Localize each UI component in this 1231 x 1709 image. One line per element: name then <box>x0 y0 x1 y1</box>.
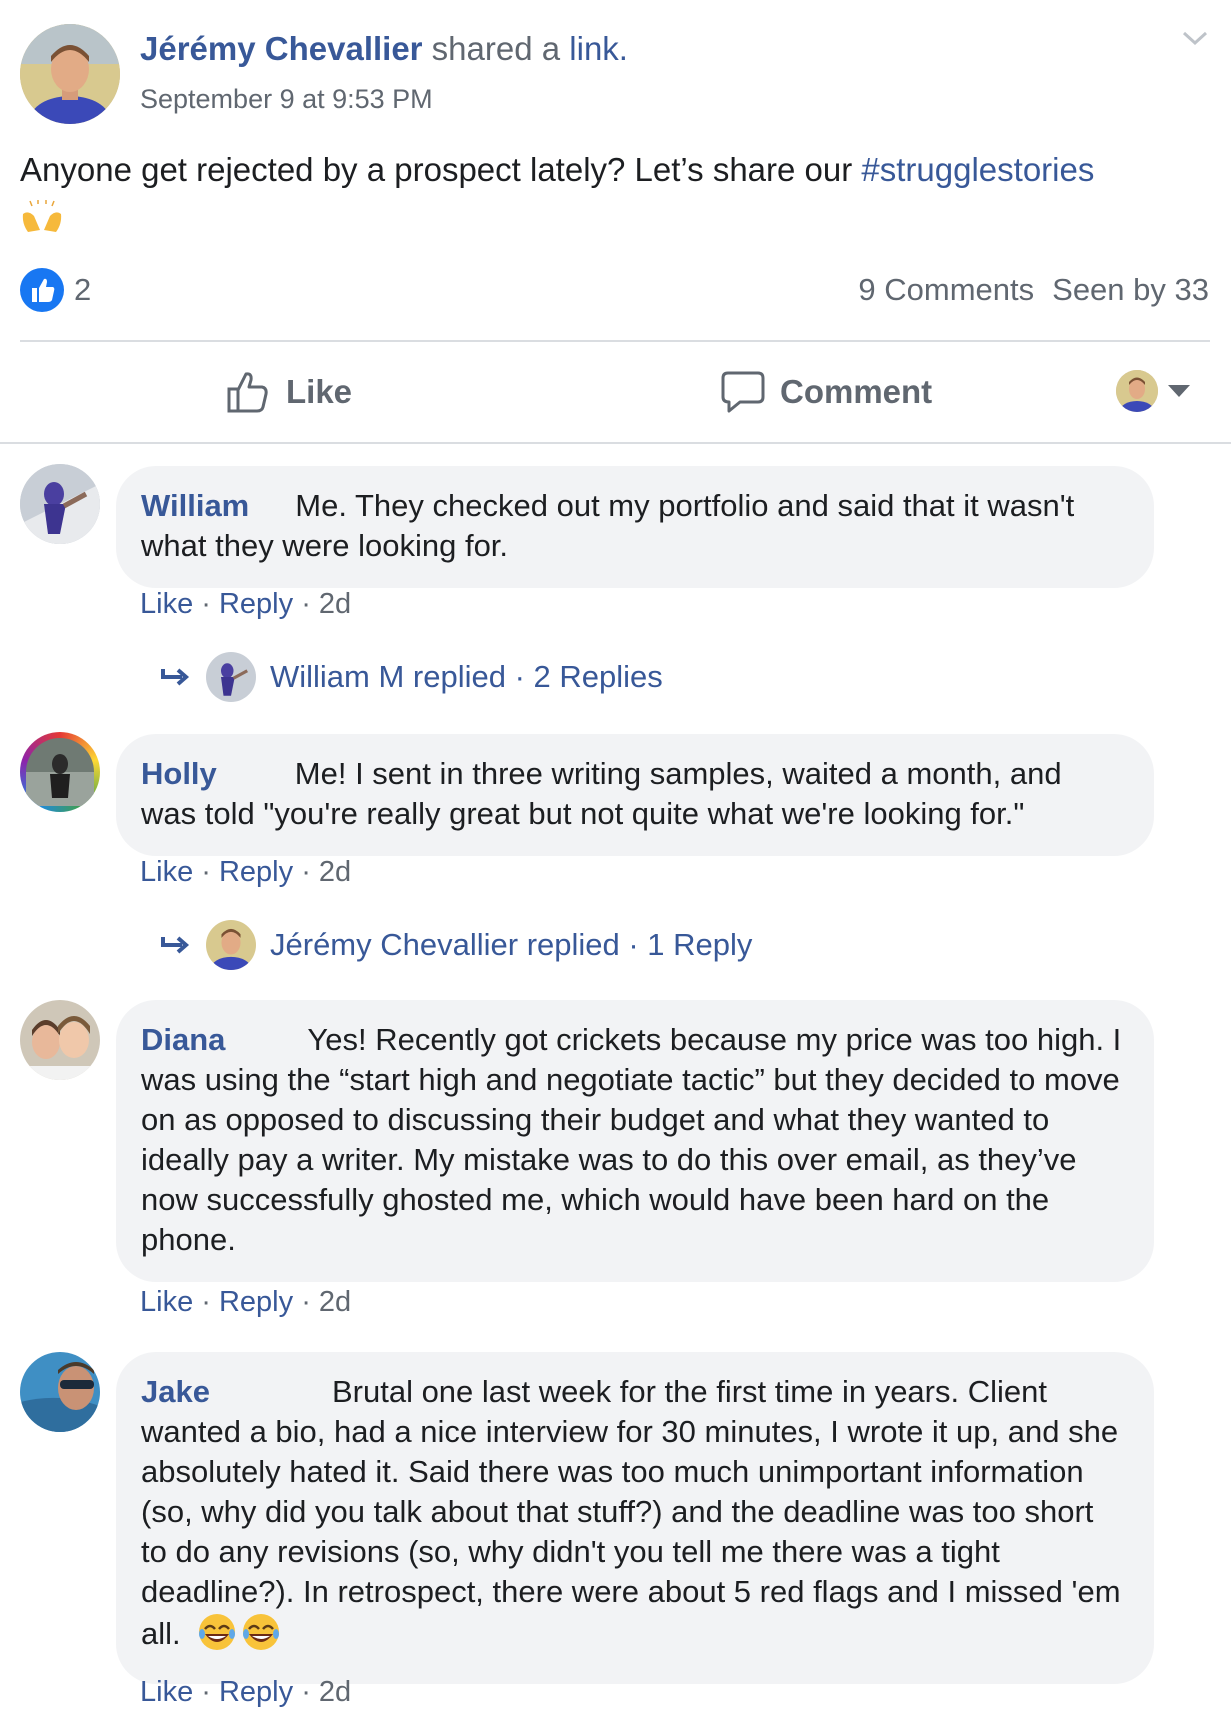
comment-actions: Like · Reply · 2d <box>140 1676 352 1708</box>
commenter-name[interactable]: Holly <box>141 756 217 791</box>
comment-bubble: Jake Brutal one last week for the first t… <box>116 1352 1154 1684</box>
comment-reply-link[interactable]: Reply <box>219 1286 293 1318</box>
commenter-avatar[interactable] <box>20 464 100 544</box>
comment-text: Me! I sent in three writing samples, wai… <box>141 756 1062 831</box>
comment-like-link[interactable]: Like <box>140 856 193 888</box>
replies-summary: William M replied · 2 Replies <box>270 659 663 694</box>
comment-like-link[interactable]: Like <box>140 1286 193 1318</box>
commenter-avatar[interactable] <box>20 732 100 812</box>
comments-count[interactable]: 9 Comments <box>858 272 1034 307</box>
author-avatar[interactable] <box>20 24 120 124</box>
thumbs-up-icon <box>227 372 268 413</box>
shared-text: shared a <box>422 30 570 67</box>
comment-bubble: Holly Me! I sent in three writing samples… <box>116 734 1154 856</box>
dropdown-caret-icon <box>1168 385 1190 397</box>
shared-link[interactable]: link. <box>569 30 628 67</box>
reply-arrow-icon <box>161 936 190 954</box>
actor-avatar <box>1116 370 1158 412</box>
commenter-name[interactable]: William <box>141 488 249 523</box>
comment-reply-link[interactable]: Reply <box>219 856 293 888</box>
view-replies-link[interactable]: William M replied · 2 Replies <box>160 652 663 702</box>
comment-age[interactable]: 2d <box>319 856 351 888</box>
like-label: Like <box>286 373 353 410</box>
post-timestamp[interactable]: September 9 at 9:53 PM <box>140 84 433 115</box>
comment-actions: Like · Reply · 2d <box>140 856 352 888</box>
comment-age[interactable]: 2d <box>319 588 351 620</box>
comment-actions: Like · Reply · 2d <box>140 1286 352 1318</box>
replies-summary: Jérémy Chevallier replied · 1 Reply <box>270 927 753 962</box>
comment-text: Me. They checked out my portfolio and sa… <box>141 488 1075 563</box>
commenter-avatar[interactable] <box>20 1352 100 1432</box>
post-author-line: Jérémy Chevallier shared a link. <box>140 30 628 68</box>
post-options-chevron-icon[interactable] <box>1180 26 1210 50</box>
post-body: Anyone get rejected by a prospect lately… <box>20 146 1210 194</box>
replier-avatar <box>206 652 256 702</box>
commenter-avatar[interactable] <box>20 1000 100 1080</box>
reaction-count[interactable]: 2 <box>74 272 91 308</box>
comment-like-link[interactable]: Like <box>140 1676 193 1708</box>
comment-label: Comment <box>780 373 933 410</box>
laughing-emoji-icon <box>197 1612 283 1662</box>
view-replies-link[interactable]: Jérémy Chevallier replied · 1 Reply <box>160 920 752 970</box>
commenter-name[interactable]: Diana <box>141 1022 225 1057</box>
comment-like-link[interactable]: Like <box>140 588 193 620</box>
comment-reply-link[interactable]: Reply <box>219 1676 293 1708</box>
commenter-name[interactable]: Jake <box>141 1374 210 1409</box>
comment-bubble: Diana Yes! Recently got crickets because … <box>116 1000 1154 1282</box>
divider <box>20 340 1210 342</box>
comment-age[interactable]: 2d <box>319 1676 351 1708</box>
post-text: Anyone get rejected by a prospect lately… <box>20 151 862 188</box>
reply-arrow-icon <box>161 668 190 686</box>
like-button[interactable]: Like <box>224 364 352 420</box>
comment-button[interactable]: Comment <box>720 364 932 420</box>
post-stats: 9 Comments Seen by 33 <box>858 272 1209 308</box>
raising-hands-emoji-icon <box>20 200 64 234</box>
comment-text: Brutal one last week for the first time … <box>141 1374 1121 1651</box>
comment-age[interactable]: 2d <box>319 1286 351 1318</box>
divider <box>0 442 1231 444</box>
comment-text: Yes! Recently got crickets because my pr… <box>141 1022 1122 1257</box>
comment-reply-link[interactable]: Reply <box>219 588 293 620</box>
seen-by[interactable]: Seen by 33 <box>1052 272 1209 307</box>
comment-bubble-icon <box>721 371 765 413</box>
like-reaction-icon[interactable] <box>20 268 64 312</box>
hashtag-link[interactable]: #strugglestories <box>861 151 1094 188</box>
replier-avatar <box>206 920 256 970</box>
comment-actions: Like · Reply · 2d <box>140 588 352 620</box>
actor-selector[interactable] <box>1116 370 1190 412</box>
post-author-name[interactable]: Jérémy Chevallier <box>140 30 423 67</box>
comment-bubble: William Me. They checked out my portfolio… <box>116 466 1154 588</box>
